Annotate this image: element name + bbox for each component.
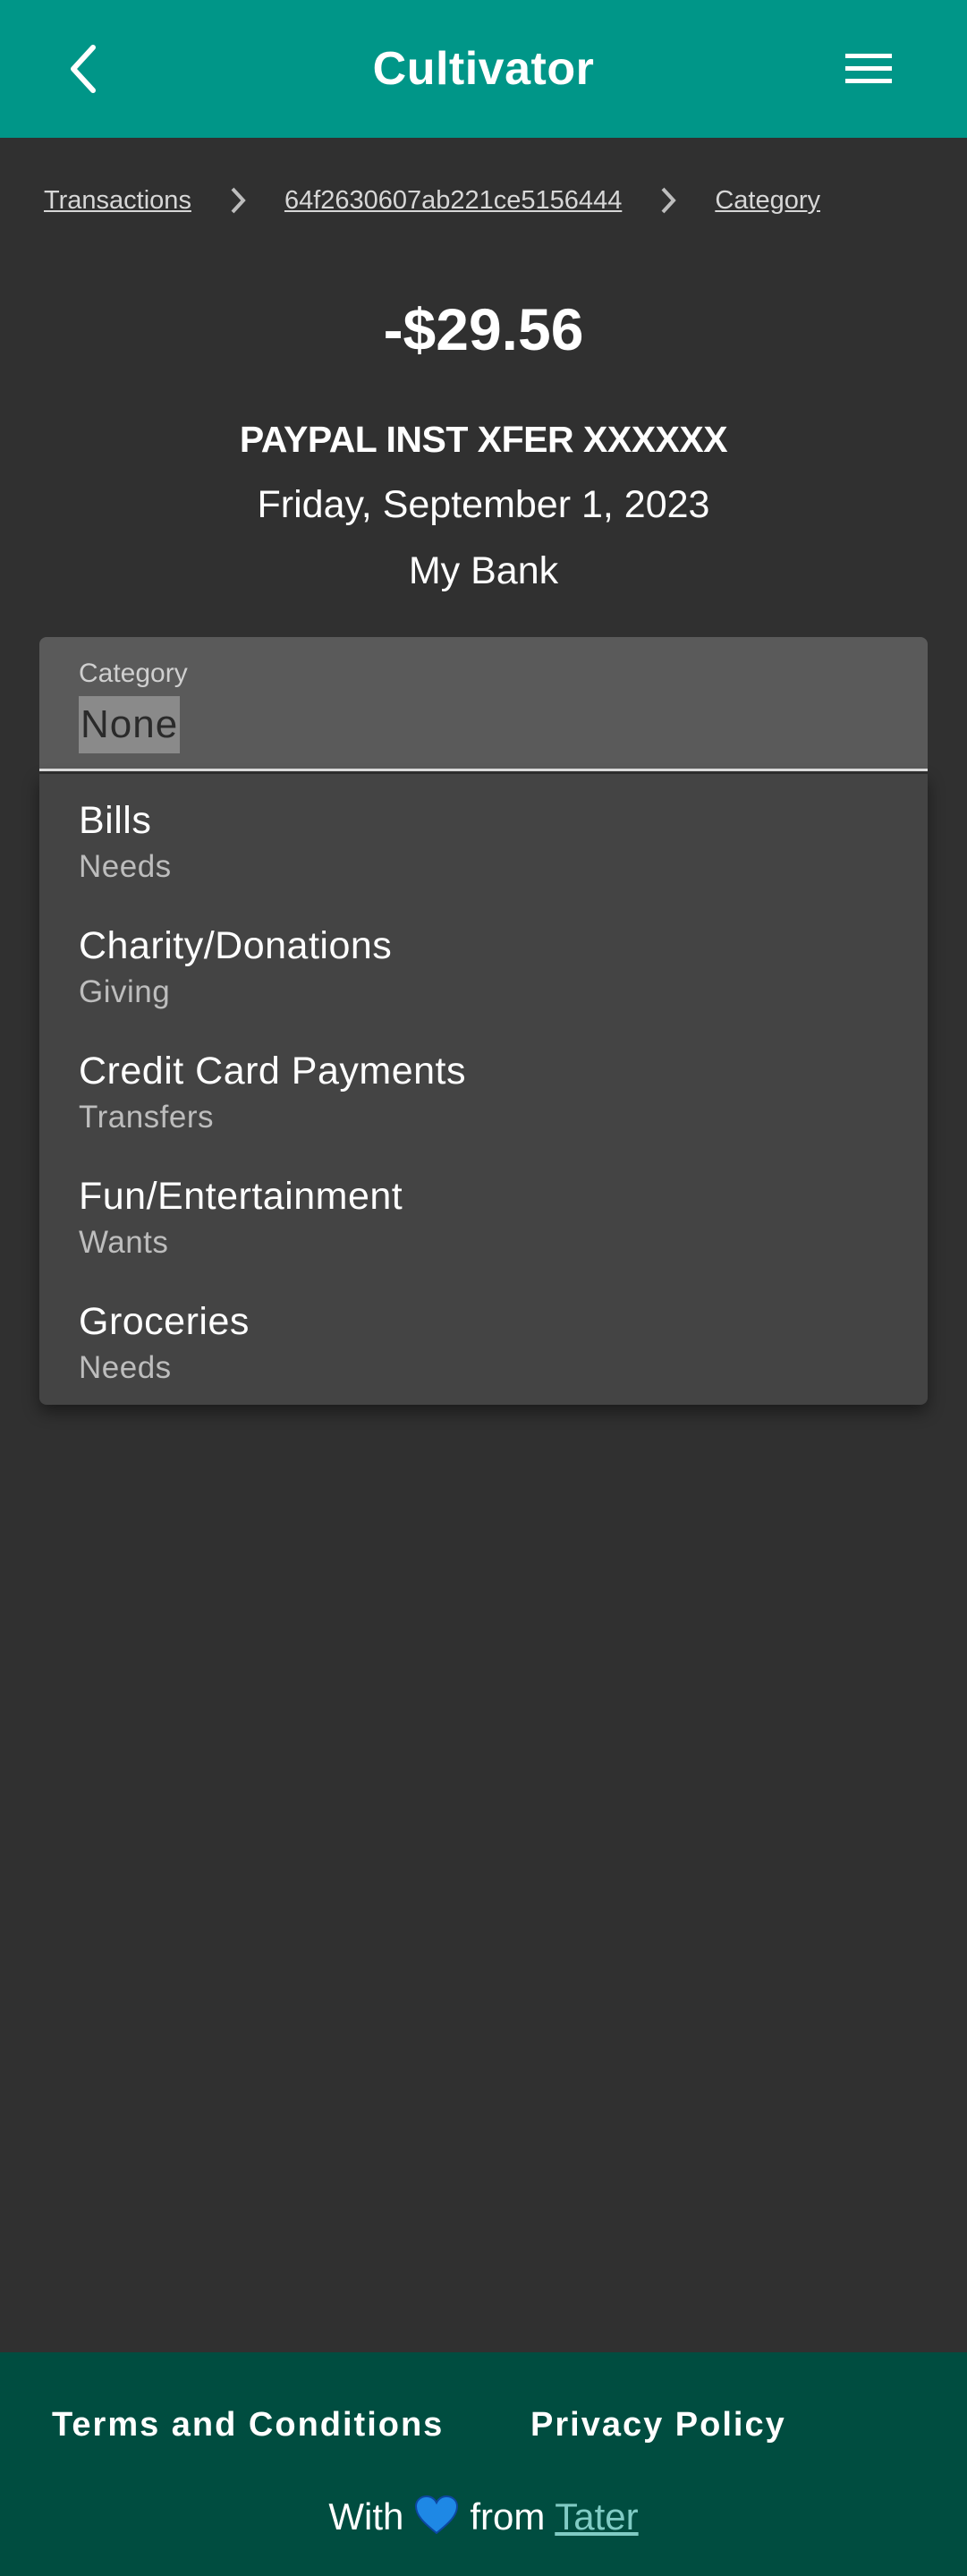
privacy-link[interactable]: Privacy Policy: [530, 2406, 786, 2444]
transaction-description: PAYPAL INST XFER XXXXXX: [239, 419, 728, 460]
category-option-credit-card-payments[interactable]: Credit Card Payments Transfers: [39, 1024, 928, 1150]
credit-prefix: With: [328, 2495, 404, 2538]
breadcrumb-category[interactable]: Category: [715, 186, 820, 216]
option-name: Bills: [79, 799, 152, 842]
footer-credit: With from Tater: [0, 2495, 967, 2544]
transaction-amount: -$29.56: [383, 296, 584, 362]
option-group: Transfers: [79, 1100, 215, 1135]
transaction-date: Friday, September 1, 2023: [257, 483, 710, 526]
option-name: Credit Card Payments: [79, 1050, 466, 1092]
chevron-left-icon: [71, 45, 96, 93]
blue-heart-icon: [414, 2495, 459, 2544]
option-group: Wants: [79, 1225, 169, 1260]
breadcrumb-transaction-id[interactable]: 64f2630607ab221ce5156444: [284, 186, 622, 216]
back-button[interactable]: [55, 36, 113, 102]
chevron-right-icon: [191, 185, 284, 216]
category-select-label: Category: [79, 659, 188, 688]
category-select-value[interactable]: None: [79, 696, 181, 753]
option-name: Charity/Donations: [79, 924, 393, 967]
category-option-charity-donations[interactable]: Charity/Donations Giving: [39, 899, 928, 1024]
credit-middle: from: [470, 2495, 546, 2538]
footer: Terms and Conditions Privacy Policy With…: [0, 2352, 967, 2576]
option-name: Groceries: [79, 1300, 250, 1343]
option-group: Needs: [79, 1350, 172, 1385]
category-dropdown-list: Bills Needs Charity/Donations Giving Cre…: [39, 774, 928, 1405]
category-option-groceries[interactable]: Groceries Needs: [39, 1275, 928, 1400]
hamburger-menu-icon: [845, 54, 892, 83]
transaction-account: My Bank: [408, 549, 559, 592]
app-title: Cultivator: [372, 43, 595, 95]
footer-links: Terms and Conditions Privacy Policy: [0, 2406, 967, 2451]
category-select[interactable]: Category None: [39, 637, 928, 771]
terms-link[interactable]: Terms and Conditions: [52, 2406, 444, 2444]
tater-link[interactable]: Tater: [555, 2495, 638, 2538]
chevron-right-icon: [622, 185, 715, 216]
breadcrumb-transactions[interactable]: Transactions: [44, 186, 191, 216]
option-group: Needs: [79, 849, 172, 884]
breadcrumb: Transactions 64f2630607ab221ce5156444 Ca…: [44, 179, 820, 222]
category-option-bills[interactable]: Bills Needs: [39, 774, 928, 899]
category-option-fun-entertainment[interactable]: Fun/Entertainment Wants: [39, 1150, 928, 1275]
option-group: Giving: [79, 974, 171, 1009]
menu-button[interactable]: [837, 36, 900, 102]
option-name: Fun/Entertainment: [79, 1175, 403, 1218]
app-bar: Cultivator: [0, 0, 967, 138]
